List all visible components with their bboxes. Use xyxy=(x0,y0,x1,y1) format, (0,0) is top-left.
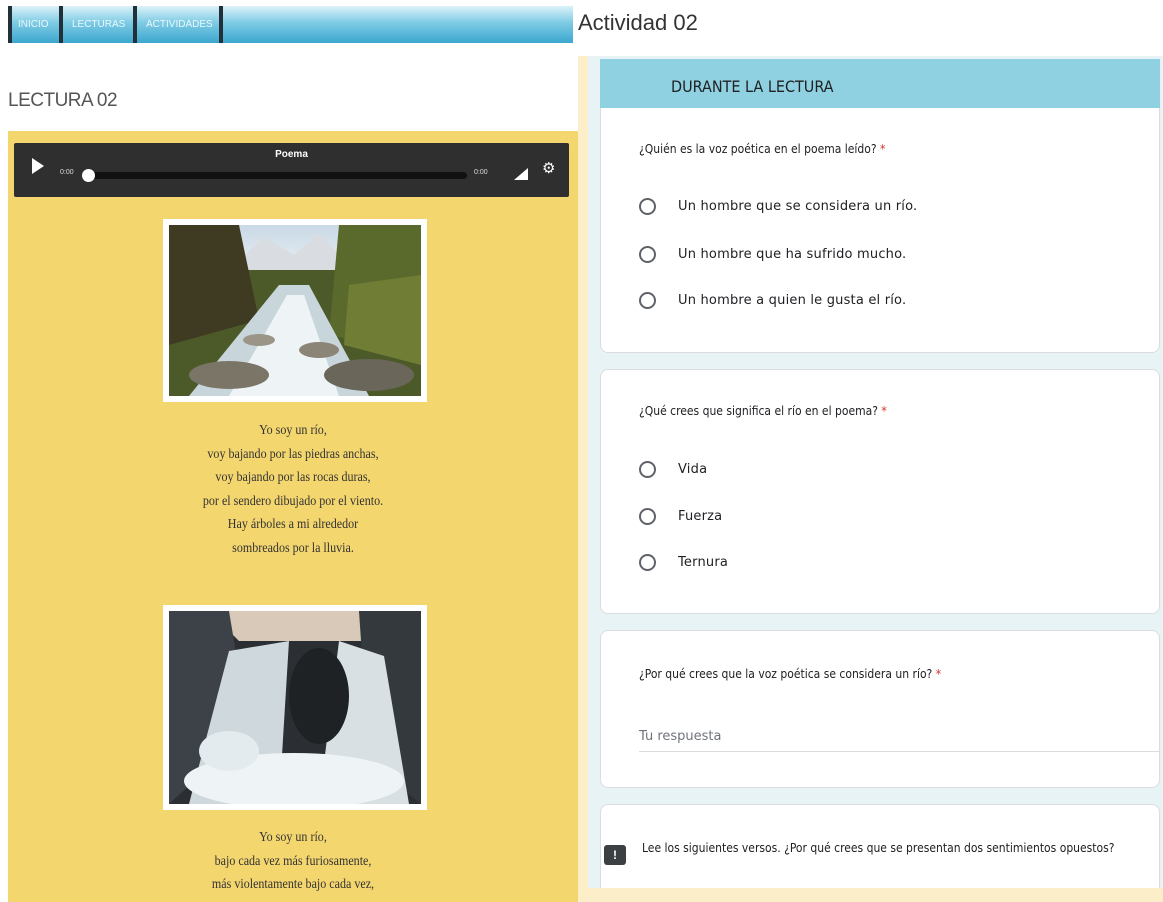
nav-item-inicio[interactable]: INICIO xyxy=(18,6,49,43)
option-label: Un hombre que se considera un río. xyxy=(678,198,918,214)
radio-button[interactable] xyxy=(639,553,656,571)
nav-item-actividades[interactable]: ACTIVIDADES xyxy=(146,6,213,43)
answer-input[interactable]: Tu respuesta xyxy=(639,729,1159,752)
poem-verse: sombreados por la lluvia. xyxy=(232,540,354,556)
poem-stanza: Yo soy un río, bajo cada vez más furiosa… xyxy=(100,826,487,897)
gear-icon[interactable]: ⚙ xyxy=(542,159,555,177)
radio-button[interactable] xyxy=(639,197,656,215)
section-title: DURANTE LA LECTURA xyxy=(671,77,834,96)
radio-option[interactable]: Vida xyxy=(639,458,707,480)
question-text: ¿Qué crees que significa el río en el po… xyxy=(639,404,887,418)
option-label: Un hombre a quien le gusta el río. xyxy=(678,292,907,308)
poem-verse: Yo soy un río, xyxy=(259,830,327,845)
question-label: ¿Quién es la voz poética en el poema leí… xyxy=(639,142,877,156)
seek-handle[interactable] xyxy=(82,169,95,182)
river-photo xyxy=(163,219,427,402)
radio-button[interactable] xyxy=(639,245,656,263)
question-label: ¿Qué crees que significa el río en el po… xyxy=(639,404,878,418)
radio-button[interactable] xyxy=(639,460,656,478)
radio-button[interactable] xyxy=(639,507,656,525)
option-label: Fuerza xyxy=(678,508,723,524)
radio-option[interactable]: Un hombre a quien le gusta el río. xyxy=(639,289,906,311)
required-mark: * xyxy=(935,667,942,681)
waterfall-photo xyxy=(163,605,427,810)
poem-verse: por el sendero dibujado por el viento. xyxy=(202,493,384,509)
radio-option[interactable]: Un hombre que ha sufrido mucho. xyxy=(639,243,906,265)
reading-content: Poema 0:00 0:00 ⚙ Yo soy un río, voy baj… xyxy=(8,131,578,902)
radio-option[interactable]: Fuerza xyxy=(639,505,722,527)
question-card: ¿Por qué crees que la voz poética se con… xyxy=(600,630,1160,788)
current-time: 0:00 xyxy=(60,169,74,176)
option-label: Un hombre que ha sufrido mucho. xyxy=(678,246,907,262)
option-label: Ternura xyxy=(678,554,729,570)
poem-verse: voy bajando por las rocas duras, xyxy=(215,470,371,485)
nav-item-lecturas[interactable]: LECTURAS xyxy=(72,6,125,43)
duration-time: 0:00 xyxy=(474,169,488,176)
form-footer-band xyxy=(578,888,1163,902)
volume-icon[interactable] xyxy=(514,168,528,180)
poem-verse: más violentamente bajo cada vez, xyxy=(211,877,375,892)
nav-separator xyxy=(59,6,63,43)
activity-title: Actividad 02 xyxy=(578,10,698,35)
radio-button[interactable] xyxy=(639,291,656,309)
poem-verse: voy bajando por las piedras anchas, xyxy=(207,446,379,462)
top-nav: INICIO LECTURAS ACTIVIDADES xyxy=(8,6,573,43)
required-mark: * xyxy=(881,404,887,418)
poem-verse: Yo soy un río, xyxy=(259,423,327,438)
reading-panel: INICIO LECTURAS ACTIVIDADES LECTURA 02 P… xyxy=(0,0,578,902)
audio-player: Poema 0:00 0:00 ⚙ xyxy=(14,143,569,197)
question-text: ¿Por qué crees que la voz poética se con… xyxy=(639,667,941,681)
radio-option[interactable]: Ternura xyxy=(639,551,728,573)
radio-option[interactable]: Un hombre que se considera un río. xyxy=(639,195,917,217)
audio-title: Poema xyxy=(275,149,308,160)
section-header: DURANTE LA LECTURA xyxy=(600,59,1160,108)
question-text: ¿Quién es la voz poética en el poema leí… xyxy=(639,142,885,156)
poem-stanza: Yo soy un río, voy bajando por las piedr… xyxy=(100,419,487,560)
question-card: ¿Quién es la voz poética en el poema leí… xyxy=(600,108,1160,353)
question-card: ¿Qué crees que significa el río en el po… xyxy=(600,369,1160,614)
nav-separator xyxy=(219,6,223,43)
question-label: ¿Por qué crees que la voz poética se con… xyxy=(639,667,933,681)
option-label: Vida xyxy=(678,461,708,477)
seek-bar[interactable] xyxy=(87,172,467,179)
nav-separator xyxy=(8,6,12,43)
page-title: LECTURA 02 xyxy=(8,90,118,111)
nav-separator xyxy=(133,6,137,43)
play-icon[interactable] xyxy=(32,158,44,174)
poem-verse: bajo cada vez más furiosamente, xyxy=(214,853,372,869)
question-text: Lee los siguientes versos. ¿Por qué cree… xyxy=(642,841,1115,855)
feedback-icon[interactable]: ! xyxy=(604,845,626,865)
activity-panel: Actividad 02 DURANTE LA LECTURA ¿Quién e… xyxy=(578,0,1163,902)
required-mark: * xyxy=(880,142,886,156)
poem-verse: Hay árboles a mi alrededor xyxy=(227,517,359,532)
